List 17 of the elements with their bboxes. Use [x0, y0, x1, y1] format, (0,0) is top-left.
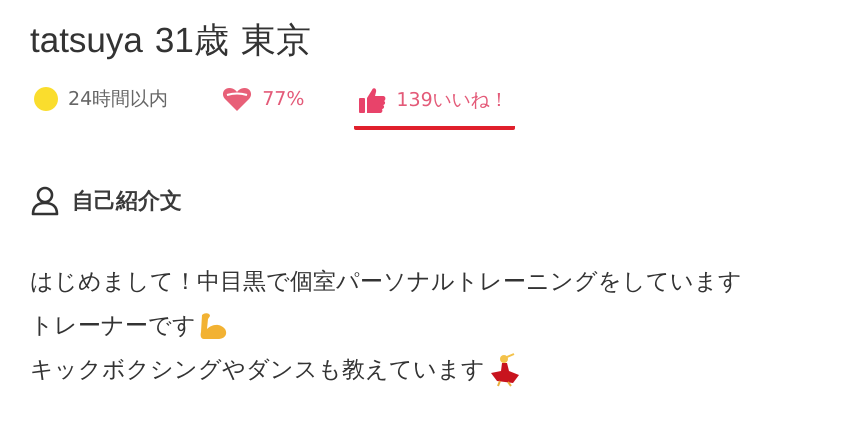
- thumbs-up-icon: [358, 86, 386, 114]
- last-login-stat[interactable]: 24時間以内: [30, 86, 174, 128]
- user-area: 東京: [240, 16, 311, 66]
- user-name: tatsuya: [30, 20, 143, 62]
- intro-text: トレーナーです: [30, 312, 196, 341]
- heart-icon: [222, 86, 252, 112]
- user-age: 31歳: [154, 20, 229, 62]
- section-title: 自己紹介文: [72, 188, 182, 216]
- likes-count-text: 139いいね！: [396, 88, 509, 113]
- thumb-stat[interactable]: 139いいね！: [354, 86, 515, 130]
- heart-stat[interactable]: 77%: [218, 86, 310, 128]
- intro-text: はじめまして！中目黒で個室パーソナルトレーニングをしています: [30, 268, 742, 297]
- person-icon: [30, 186, 60, 216]
- match-rate-text: 77%: [262, 88, 304, 110]
- intro-text: キックボクシングやダンスも教えています: [30, 356, 485, 385]
- flexed-arm-icon: [198, 311, 228, 341]
- last-login-text: 24時間以内: [68, 87, 168, 112]
